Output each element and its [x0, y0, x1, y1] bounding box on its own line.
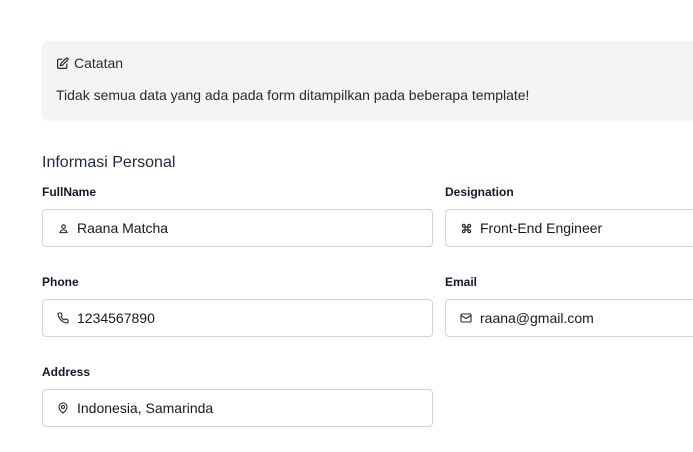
note-header: Catatan: [56, 55, 123, 71]
designation-label: Designation: [445, 185, 514, 199]
note-title: Catatan: [74, 55, 124, 71]
address-field[interactable]: Indonesia, Samarinda: [42, 389, 433, 427]
user-icon: [56, 221, 70, 235]
phone-field[interactable]: 1234567890: [42, 299, 433, 337]
mail-icon: [459, 311, 473, 325]
phone-icon: [56, 311, 70, 325]
fullname-label: FullName: [42, 185, 97, 199]
map-pin-icon: [56, 401, 70, 415]
edit-icon: [56, 56, 69, 70]
note-callout: Catatan Tidak semua data yang ada pada f…: [42, 41, 693, 119]
email-value: raana@gmail.com: [480, 310, 594, 326]
note-text: Tidak semua data yang ada pada form dita…: [56, 87, 530, 103]
email-field[interactable]: raana@gmail.com: [445, 299, 693, 337]
designation-field[interactable]: Front-End Engineer: [445, 209, 693, 247]
phone-label: Phone: [42, 275, 79, 289]
address-value: Indonesia, Samarinda: [77, 400, 214, 416]
fullname-field[interactable]: Raana Matcha: [42, 209, 433, 247]
designation-value: Front-End Engineer: [480, 220, 603, 236]
email-label: Email: [445, 275, 478, 289]
fullname-value: Raana Matcha: [77, 220, 169, 236]
section-title: Informasi Personal: [42, 154, 176, 171]
phone-value: 1234567890: [77, 310, 155, 326]
address-label: Address: [42, 365, 91, 379]
command-icon: [459, 221, 473, 235]
